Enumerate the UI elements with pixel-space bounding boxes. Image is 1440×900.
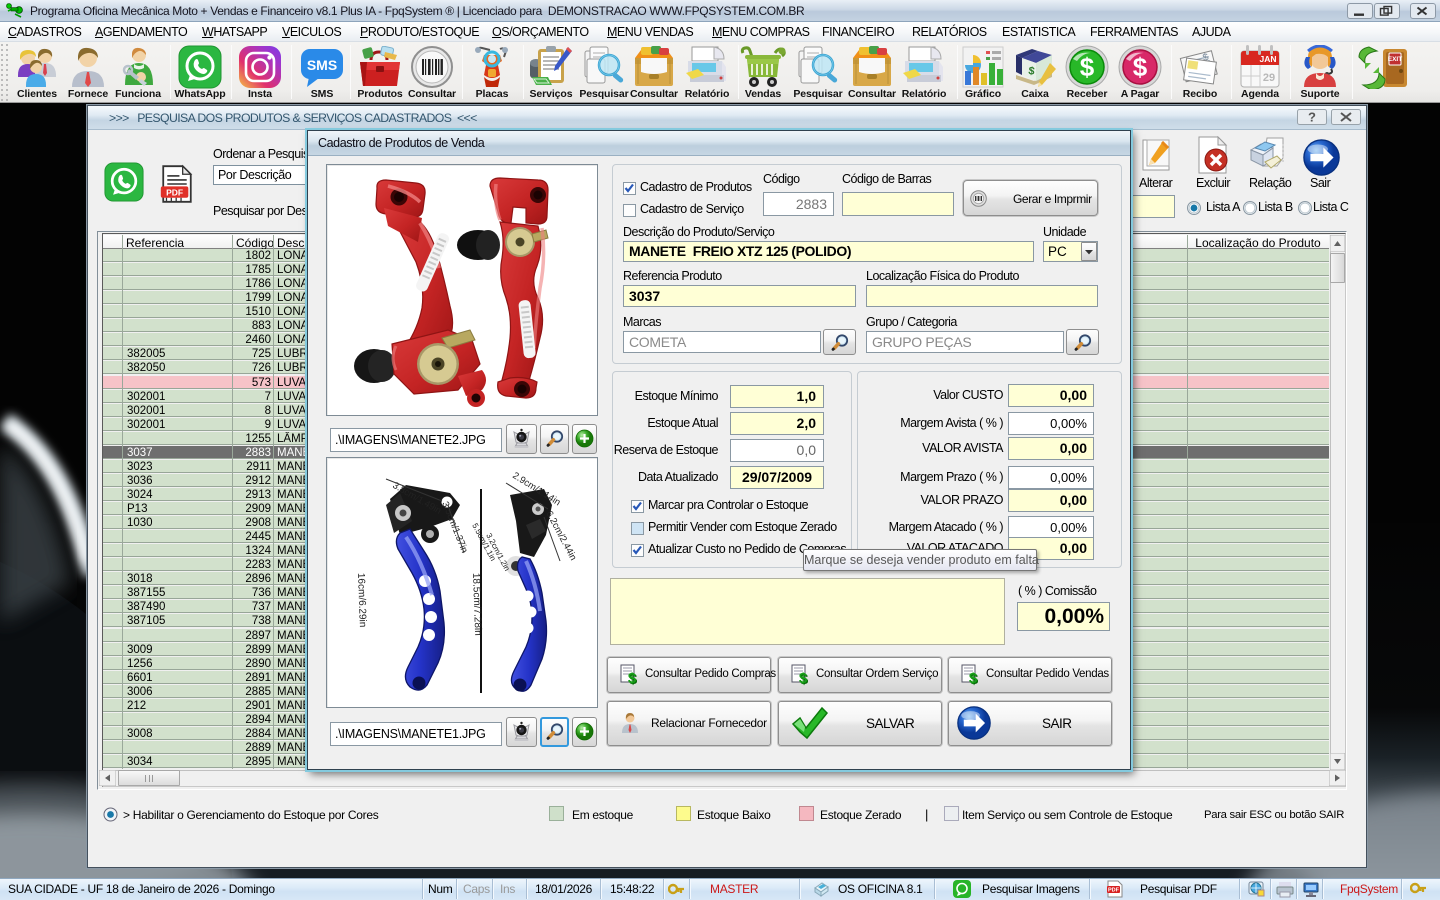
svg-text:PDF: PDF (166, 187, 183, 197)
svg-text:29: 29 (1263, 72, 1275, 84)
svg-text:16cm/6.29in: 16cm/6.29in (355, 573, 368, 628)
svg-text:$: $ (1133, 52, 1148, 82)
svg-text:$: $ (628, 670, 637, 686)
svg-text:?: ? (1308, 110, 1316, 125)
svg-text:SMS: SMS (307, 57, 337, 73)
svg-text:$: $ (969, 670, 978, 686)
svg-text:EXIT: EXIT (1388, 56, 1402, 63)
svg-text:$: $ (1080, 52, 1095, 82)
svg-text:18.5cm/7.28in: 18.5cm/7.28in (470, 573, 483, 636)
svg-text:JAN: JAN (1259, 54, 1276, 64)
svg-text:$: $ (799, 670, 808, 686)
svg-text:PDF: PDF (1108, 888, 1120, 894)
